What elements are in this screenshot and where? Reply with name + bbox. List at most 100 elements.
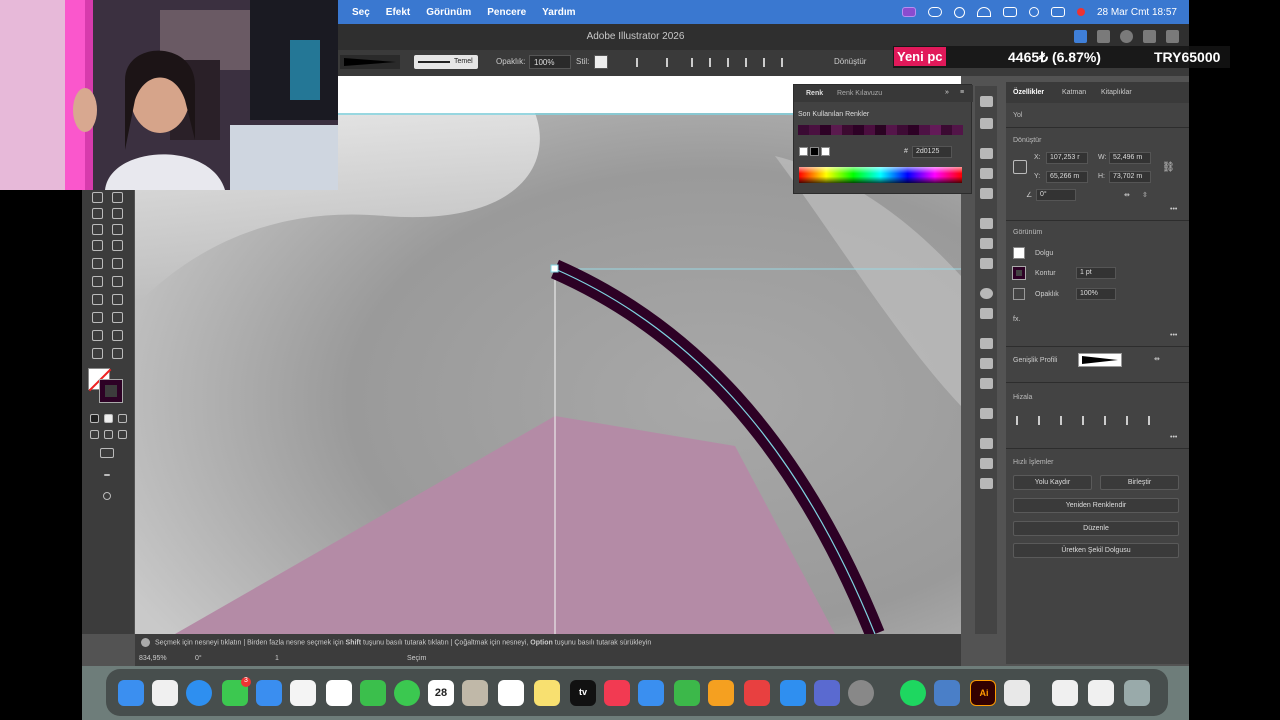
- recent-color-swatch[interactable]: [941, 125, 952, 135]
- trash-icon[interactable]: [1124, 680, 1150, 706]
- collapse-icon[interactable]: »: [945, 89, 949, 96]
- music-icon[interactable]: [604, 680, 630, 706]
- search-icon[interactable]: [1028, 7, 1039, 17]
- align-panel-icon[interactable]: [980, 438, 993, 449]
- numbers-icon[interactable]: [674, 680, 700, 706]
- menu-effect[interactable]: Efekt: [386, 7, 410, 18]
- align-middle-icon[interactable]: [763, 58, 773, 67]
- recent-color-swatch[interactable]: [820, 125, 831, 135]
- workspace-icon[interactable]: [1143, 30, 1156, 43]
- calendar-icon[interactable]: 28: [428, 680, 454, 706]
- print-tiling-icon[interactable]: [92, 348, 103, 359]
- h-field[interactable]: 73,702 m: [1109, 171, 1151, 183]
- edit-toolbar-icon[interactable]: [103, 492, 111, 500]
- keynote-icon[interactable]: [638, 680, 664, 706]
- mail-icon[interactable]: [256, 680, 282, 706]
- panel-menu-icon[interactable]: ≡: [960, 89, 964, 96]
- recent-color-swatch[interactable]: [798, 125, 809, 135]
- battery-icon[interactable]: [1002, 7, 1017, 17]
- perspective-grid-icon[interactable]: [92, 258, 103, 269]
- tab-color[interactable]: Renk: [806, 90, 823, 97]
- shape-builder-icon[interactable]: [92, 240, 103, 251]
- tab-libraries[interactable]: Kitaplıklar: [1101, 89, 1132, 96]
- illustrator-icon[interactable]: Ai: [970, 680, 996, 706]
- blend-tool-icon[interactable]: [92, 294, 103, 305]
- angle-field[interactable]: 0°: [1036, 189, 1076, 201]
- anchor-point[interactable]: [550, 264, 559, 273]
- rocket-typist-icon[interactable]: [744, 680, 770, 706]
- stroke-swatch[interactable]: [99, 379, 123, 403]
- recent-color-swatch[interactable]: [952, 125, 963, 135]
- align-bottom-icon[interactable]: [781, 58, 791, 67]
- menubar-datetime[interactable]: 28 Mar Cmt 18:57: [1097, 7, 1177, 18]
- x-field[interactable]: 107,253 r: [1046, 152, 1088, 164]
- recent-color-swatch[interactable]: [809, 125, 820, 135]
- apple-tv-icon[interactable]: tv: [570, 680, 596, 706]
- hand-tool-icon[interactable]: [112, 330, 123, 341]
- stroke-style-dropdown[interactable]: Temel: [414, 55, 478, 69]
- finder-face-icon[interactable]: [934, 680, 960, 706]
- menu-select[interactable]: Seç: [352, 7, 370, 18]
- screen-mode-icon[interactable]: [100, 448, 114, 458]
- app-store-icon[interactable]: [780, 680, 806, 706]
- menu-help[interactable]: Yardım: [542, 7, 575, 18]
- stroke-color-icon[interactable]: [1012, 266, 1026, 280]
- color-spectrum[interactable]: [799, 167, 962, 183]
- white-swatch[interactable]: [821, 147, 830, 156]
- transparency-icon[interactable]: [980, 258, 993, 269]
- generative-shape-fill-button[interactable]: Üretken Şekil Dolgusu: [1013, 543, 1179, 558]
- offset-path-button[interactable]: Yolu Kaydır: [1013, 475, 1092, 490]
- flip-horizontal-icon[interactable]: ⇹: [1124, 191, 1130, 199]
- tab-layers[interactable]: Katman: [1062, 89, 1086, 96]
- opacity-field[interactable]: 100%: [529, 55, 571, 69]
- stroke-panel-icon[interactable]: [980, 218, 993, 229]
- document-icon[interactable]: [1052, 680, 1078, 706]
- preview-icon[interactable]: [814, 680, 840, 706]
- messages-icon[interactable]: 3: [222, 677, 251, 706]
- constrain-proportions-icon[interactable]: ⛓: [1162, 162, 1175, 173]
- zoom-tool-icon[interactable]: [112, 348, 123, 359]
- control-center-icon[interactable]: [1050, 7, 1065, 17]
- draw-behind-icon[interactable]: [104, 430, 113, 439]
- ai-assistant-icon[interactable]: [1004, 680, 1030, 706]
- recent-color-swatch[interactable]: [886, 125, 897, 135]
- properties-icon[interactable]: [980, 96, 993, 107]
- flip-profile-icon[interactable]: ⇹: [1154, 355, 1160, 363]
- none-swatch-icon[interactable]: [799, 147, 808, 156]
- stroke-weight-field[interactable]: 1 pt: [1076, 267, 1116, 279]
- help-icon[interactable]: [141, 638, 150, 647]
- graphic-styles-icon[interactable]: [980, 308, 993, 319]
- more-tools-icon[interactable]: [104, 474, 110, 476]
- system-settings-icon[interactable]: [848, 680, 874, 706]
- reference-point-icon[interactable]: [1013, 160, 1027, 174]
- globe-icon[interactable]: [636, 58, 646, 67]
- recent-color-swatch[interactable]: [930, 125, 941, 135]
- align-left-icon[interactable]: [1038, 416, 1048, 425]
- align-left-icon[interactable]: [691, 58, 701, 67]
- assets-icon[interactable]: [980, 148, 993, 159]
- play-icon[interactable]: [953, 6, 965, 18]
- align-hcenter-icon[interactable]: [1060, 416, 1070, 425]
- export-icon[interactable]: [980, 378, 993, 389]
- transform-label[interactable]: Dönüştür: [834, 57, 866, 66]
- fx-label[interactable]: fx.: [1013, 316, 1020, 323]
- recent-color-swatch[interactable]: [831, 125, 842, 135]
- artboard-tool-icon[interactable]: [112, 312, 123, 323]
- more-options-icon[interactable]: •••: [1170, 206, 1177, 213]
- finder-icon[interactable]: [118, 680, 144, 706]
- rotate-tool-icon[interactable]: [92, 208, 103, 219]
- arrange-button[interactable]: Düzenle: [1013, 521, 1179, 536]
- tab-color-guide[interactable]: Renk Kılavuzu: [837, 90, 882, 97]
- symbols-icon[interactable]: [980, 188, 993, 199]
- live-paint-icon[interactable]: [112, 240, 123, 251]
- fill-none-icon[interactable]: [1013, 247, 1025, 259]
- recent-color-swatch[interactable]: [897, 125, 908, 135]
- recent-color-swatch[interactable]: [864, 125, 875, 135]
- width-profile-dropdown[interactable]: [1078, 353, 1122, 367]
- menu-window[interactable]: Pencere: [487, 7, 526, 18]
- black-swatch[interactable]: [810, 147, 819, 156]
- opacity-icon[interactable]: [1013, 288, 1025, 300]
- gradient-tool-icon[interactable]: [112, 258, 123, 269]
- opacity-field[interactable]: 100%: [1076, 288, 1116, 300]
- share-icon[interactable]: [1074, 30, 1087, 43]
